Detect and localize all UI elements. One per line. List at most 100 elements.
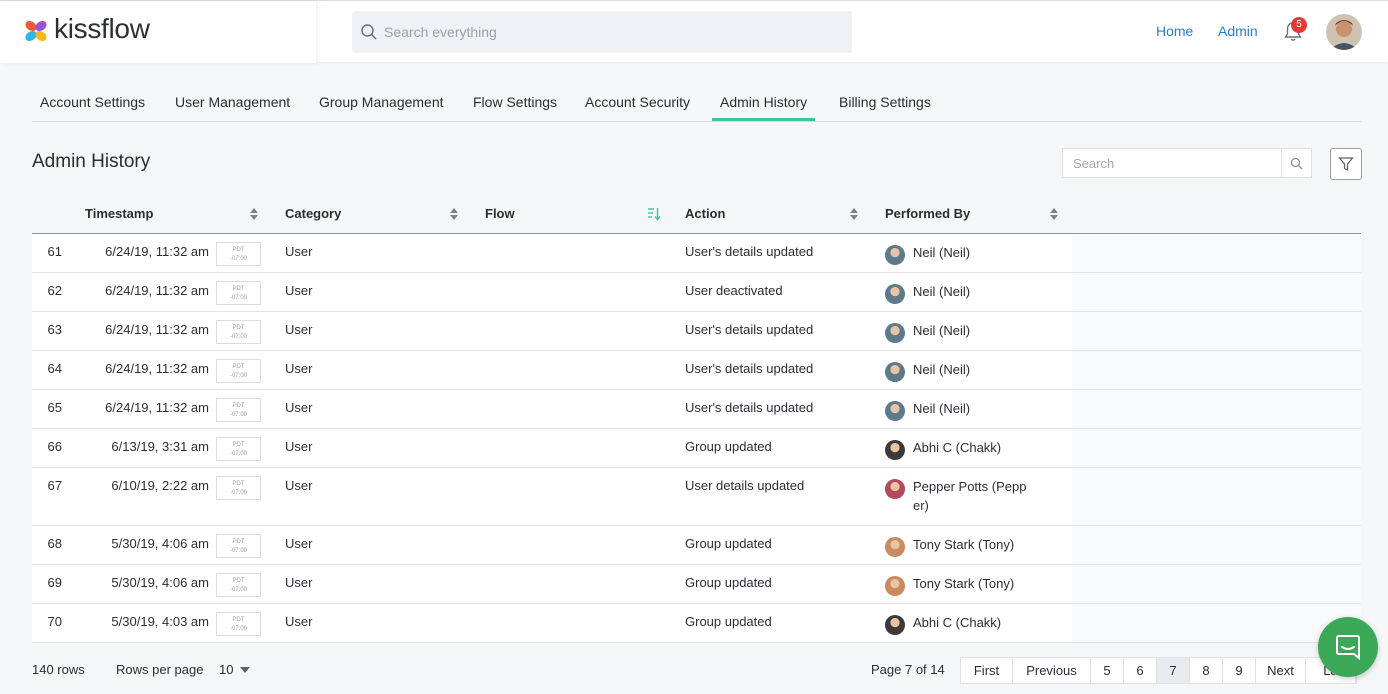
row-timestamp: 5/30/19, 4:06 am	[111, 536, 209, 551]
tab-billing-settings[interactable]: Billing Settings	[839, 94, 931, 110]
kissflow-logo-icon	[25, 20, 47, 42]
row-action: User's details updated	[685, 244, 814, 259]
table-row[interactable]: 70 5/30/19, 4:03 am PDT -07:00 User Group…	[32, 604, 1361, 643]
row-blank-area	[1072, 604, 1361, 642]
row-number: 66	[47, 439, 62, 454]
row-number: 64	[47, 361, 62, 376]
nav-home-link[interactable]: Home	[1156, 23, 1193, 39]
row-blank-area	[1072, 526, 1361, 564]
history-search-input[interactable]	[1063, 149, 1281, 177]
table-row[interactable]: 66 6/13/19, 3:31 am PDT -07:00 User Group…	[32, 429, 1361, 468]
row-timestamp: 6/24/19, 11:32 am	[105, 400, 209, 415]
sort-icon[interactable]	[850, 208, 858, 220]
avatar	[885, 576, 905, 596]
page-9-button[interactable]: 9	[1223, 658, 1256, 683]
timezone-badge: PDT -07:00	[216, 612, 261, 636]
row-number: 63	[47, 322, 62, 337]
avatar	[885, 284, 905, 304]
nav-admin-link[interactable]: Admin	[1218, 23, 1258, 39]
row-action: User's details updated	[685, 400, 814, 415]
pagination: First Previous 5 6 7 8 9 Next La	[960, 657, 1357, 684]
search-icon	[361, 24, 377, 40]
row-timestamp: 5/30/19, 4:03 am	[111, 614, 209, 629]
rows-per-page-value: 10	[219, 662, 234, 677]
tab-flow-settings[interactable]: Flow Settings	[473, 94, 557, 110]
row-blank-area	[1072, 312, 1361, 350]
row-performed-by: Tony Stark (Tony)	[885, 535, 1065, 557]
row-timestamp: 6/24/19, 11:32 am	[105, 322, 209, 337]
settings-tabs: Account Settings User Management Group M…	[32, 82, 1361, 122]
history-search[interactable]	[1062, 148, 1312, 178]
row-action: Group updated	[685, 536, 772, 551]
tab-admin-history[interactable]: Admin History	[711, 94, 816, 121]
page-next-button[interactable]: Next	[1256, 658, 1306, 683]
logo-area: kissflow	[0, 1, 316, 63]
page-5-button[interactable]: 5	[1091, 658, 1124, 683]
sort-icon[interactable]	[1050, 208, 1058, 220]
row-timestamp: 6/24/19, 11:32 am	[105, 283, 209, 298]
timezone-badge: PDT -07:00	[216, 398, 261, 422]
column-header-performed-by[interactable]: Performed By	[885, 206, 970, 221]
row-timestamp: 6/24/19, 11:32 am	[105, 361, 209, 376]
table-row[interactable]: 64 6/24/19, 11:32 am PDT -07:00 User User…	[32, 351, 1361, 390]
chat-icon	[1336, 635, 1360, 661]
user-avatar[interactable]	[1326, 14, 1362, 50]
avatar	[885, 401, 905, 421]
global-search[interactable]	[352, 11, 852, 53]
table-row[interactable]: 69 5/30/19, 4:06 am PDT -07:00 User Group…	[32, 565, 1361, 604]
avatar	[885, 615, 905, 635]
row-number: 65	[47, 400, 62, 415]
table-row[interactable]: 68 5/30/19, 4:06 am PDT -07:00 User Group…	[32, 526, 1361, 565]
tab-user-management[interactable]: User Management	[175, 94, 290, 110]
timezone-badge: PDT -07:00	[216, 437, 261, 461]
rows-per-page-label: Rows per page	[116, 662, 204, 677]
row-category: User	[285, 400, 313, 415]
table-row[interactable]: 62 6/24/19, 11:32 am PDT -07:00 User User…	[32, 273, 1361, 312]
table-row[interactable]: 61 6/24/19, 11:32 am PDT -07:00 User User…	[32, 234, 1361, 273]
column-header-timestamp[interactable]: Timestamp	[85, 206, 153, 221]
row-category: User	[285, 322, 313, 337]
brand-name[interactable]: kissflow	[54, 13, 150, 45]
column-header-action[interactable]: Action	[685, 206, 725, 221]
timezone-badge: PDT -07:00	[216, 320, 261, 344]
tab-account-settings[interactable]: Account Settings	[40, 94, 145, 110]
chat-launcher-button[interactable]	[1318, 617, 1378, 677]
sort-icon[interactable]	[250, 208, 258, 220]
avatar	[885, 440, 905, 460]
row-category: User	[285, 439, 313, 454]
table-row[interactable]: 63 6/24/19, 11:32 am PDT -07:00 User User…	[32, 312, 1361, 351]
row-timestamp: 5/30/19, 4:06 am	[111, 575, 209, 590]
page-7-button[interactable]: 7	[1157, 658, 1190, 683]
page-first-button[interactable]: First	[961, 658, 1013, 683]
row-performed-by: Neil (Neil)	[885, 243, 1065, 265]
row-category: User	[285, 536, 313, 551]
tab-account-security[interactable]: Account Security	[585, 94, 690, 110]
page-8-button[interactable]: 8	[1190, 658, 1223, 683]
sort-icon[interactable]	[450, 208, 458, 220]
row-action: Group updated	[685, 439, 772, 454]
table-row[interactable]: 65 6/24/19, 11:32 am PDT -07:00 User User…	[32, 390, 1361, 429]
global-search-input[interactable]	[384, 11, 844, 53]
table-row[interactable]: 67 6/10/19, 2:22 am PDT -07:00 User User …	[32, 468, 1361, 526]
timezone-badge: PDT -07:00	[216, 476, 261, 500]
row-performed-by: Tony Stark (Tony)	[885, 574, 1065, 596]
row-blank-area	[1072, 234, 1361, 272]
filter-button[interactable]	[1330, 148, 1362, 180]
row-number: 68	[47, 536, 62, 551]
row-performed-by: Neil (Neil)	[885, 321, 1065, 343]
page-6-button[interactable]: 6	[1124, 658, 1157, 683]
page-previous-button[interactable]: Previous	[1013, 658, 1091, 683]
page-info: Page 7 of 14	[871, 662, 945, 677]
column-header-flow[interactable]: Flow	[485, 206, 515, 221]
row-number: 67	[47, 478, 62, 493]
tab-group-management[interactable]: Group Management	[319, 94, 444, 110]
sort-descending-icon[interactable]	[647, 207, 661, 221]
column-header-category[interactable]: Category	[285, 206, 341, 221]
timezone-badge: PDT -07:00	[216, 242, 261, 266]
rows-per-page-select[interactable]: 10	[219, 662, 251, 677]
row-number: 70	[47, 614, 62, 629]
row-number: 61	[47, 244, 62, 259]
history-search-button[interactable]	[1281, 149, 1311, 177]
row-category: User	[285, 283, 313, 298]
row-performed-by: Neil (Neil)	[885, 399, 1065, 421]
